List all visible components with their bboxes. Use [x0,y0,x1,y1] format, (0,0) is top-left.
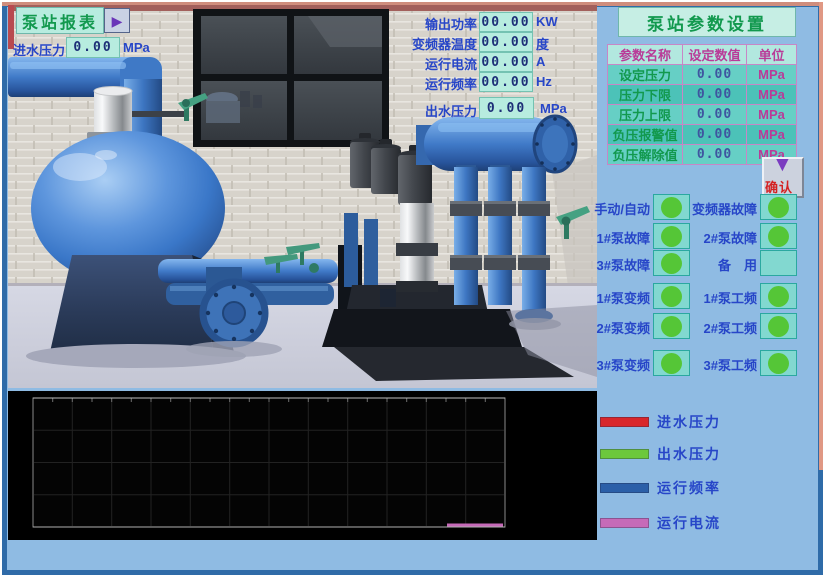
trend-chart [8,391,597,540]
outlet-pressure-unit: MPa [540,101,567,116]
settings-table-header: 参数名称 设定数值 单位 [608,45,797,65]
pump1-vfd-indicator [653,283,690,309]
outlet-pressure-label: 出水压力 [397,101,477,120]
inlet-pressure-value: 0.00 [66,37,120,58]
pump3-vfd-label: 3#泵变频 [578,355,650,374]
window [193,9,389,147]
settings-row-high-limit: 压力上限 0.00 MPa [608,105,797,125]
pump2-mains-indicator [760,313,797,339]
pump2-mains-label: 2#泵工频 [686,318,757,337]
pump2-vfd-label: 2#泵变频 [578,318,650,337]
output-power-unit: KW [536,14,558,29]
pump1-mains-led [768,286,789,307]
triangle-down-icon: ▼ [772,153,793,177]
run-current-value: 00.00 [479,52,533,72]
pump1-fault-led [661,226,682,247]
legend-swatch-frequency [600,483,649,493]
pump2-fault-led [768,226,789,247]
pump3-mains-label: 3#泵工频 [686,355,757,374]
inverter-temp-unit: 度 [536,34,549,53]
pump2-vfd-indicator [653,313,690,339]
inlet-pressure-unit: MPa [123,40,150,55]
set-pressure-input[interactable]: 0.00 [683,65,747,85]
pump2-fault-label: 2#泵故障 [686,228,757,247]
output-power-label: 输出功率 [397,14,477,33]
run-current-unit: A [536,54,545,69]
spare-label: 备 用 [686,255,757,274]
pump1-mains-label: 1#泵工频 [686,288,757,307]
pump2-mains-led [768,316,789,337]
pump-station-hmi-screen: 泵站报表 ▶ 进水压力 0.00 MPa 输出功率 00.00 KW 变频器温度… [0,0,825,577]
run-frequency-unit: Hz [536,74,552,89]
settings-row-set-pressure: 设定压力 0.00 MPa [608,65,797,85]
low-limit-input[interactable]: 0.00 [683,85,747,105]
legend-label-frequency: 运行频率 [657,478,721,498]
legend-label-current: 运行电流 [657,513,721,533]
vfd-fault-indicator [760,194,797,220]
settings-panel-title: 泵站参数设置 [618,7,796,37]
outlet-pressure-value: 0.00 [479,97,534,119]
report-button[interactable]: 泵站报表 [16,7,104,34]
pump1-fault-indicator [653,223,690,249]
legend-swatch-inlet [600,417,649,427]
right-bezel-strip [819,2,823,470]
confirm-button[interactable]: ▼ 确认 [762,157,804,198]
run-current-label: 运行电流 [397,54,477,73]
pump3-fault-label: 3#泵故障 [578,255,650,274]
vacuum-alarm-input[interactable]: 0.00 [683,125,747,145]
manual-auto-indicator[interactable] [653,194,690,220]
spare-indicator [760,250,797,276]
pump3-mains-led [768,353,789,374]
settings-row-vacuum-alarm: 负压报警值 0.00 MPa [608,125,797,145]
pump3-mains-indicator [760,350,797,376]
pump3-vfd-indicator [653,350,690,376]
report-open-button[interactable]: ▶ [104,8,130,33]
high-limit-input[interactable]: 0.00 [683,105,747,125]
pump3-vfd-led [661,353,682,374]
pump2-vfd-led [661,316,682,337]
legend-swatch-outlet [600,449,649,459]
legend-label-inlet: 进水压力 [657,412,721,432]
pump3-fault-indicator [653,250,690,276]
vfd-fault-led [768,197,789,218]
output-power-value: 00.00 [479,12,533,32]
discharge-header [416,116,576,172]
inverter-temp-value: 00.00 [479,32,533,52]
run-frequency-label: 运行频率 [397,74,477,93]
play-icon: ▶ [112,14,123,28]
legend-label-outlet: 出水压力 [657,444,721,464]
report-button-label: 泵站报表 [22,9,98,33]
vfd-fault-label: 变频器故障 [686,199,757,218]
pump3-fault-led [661,253,682,274]
inlet-pressure-label: 进水压力 [13,40,65,59]
manual-auto-label: 手动/自动 [578,199,650,218]
legend-swatch-current [600,518,649,528]
settings-row-low-limit: 压力下限 0.00 MPa [608,85,797,105]
pump1-vfd-label: 1#泵变频 [578,288,650,307]
run-frequency-value: 00.00 [479,72,533,92]
vacuum-release-input[interactable]: 0.00 [683,145,747,165]
pump2-fault-indicator [760,223,797,249]
inverter-temp-label: 变频器温度 [397,34,477,53]
settings-table: 参数名称 设定数值 单位 设定压力 0.00 MPa 压力下限 0.00 MPa… [607,44,797,165]
pump1-mains-indicator [760,283,797,309]
pump1-vfd-led [661,286,682,307]
pump1-fault-label: 1#泵故障 [578,228,650,247]
manual-auto-led [661,197,682,218]
